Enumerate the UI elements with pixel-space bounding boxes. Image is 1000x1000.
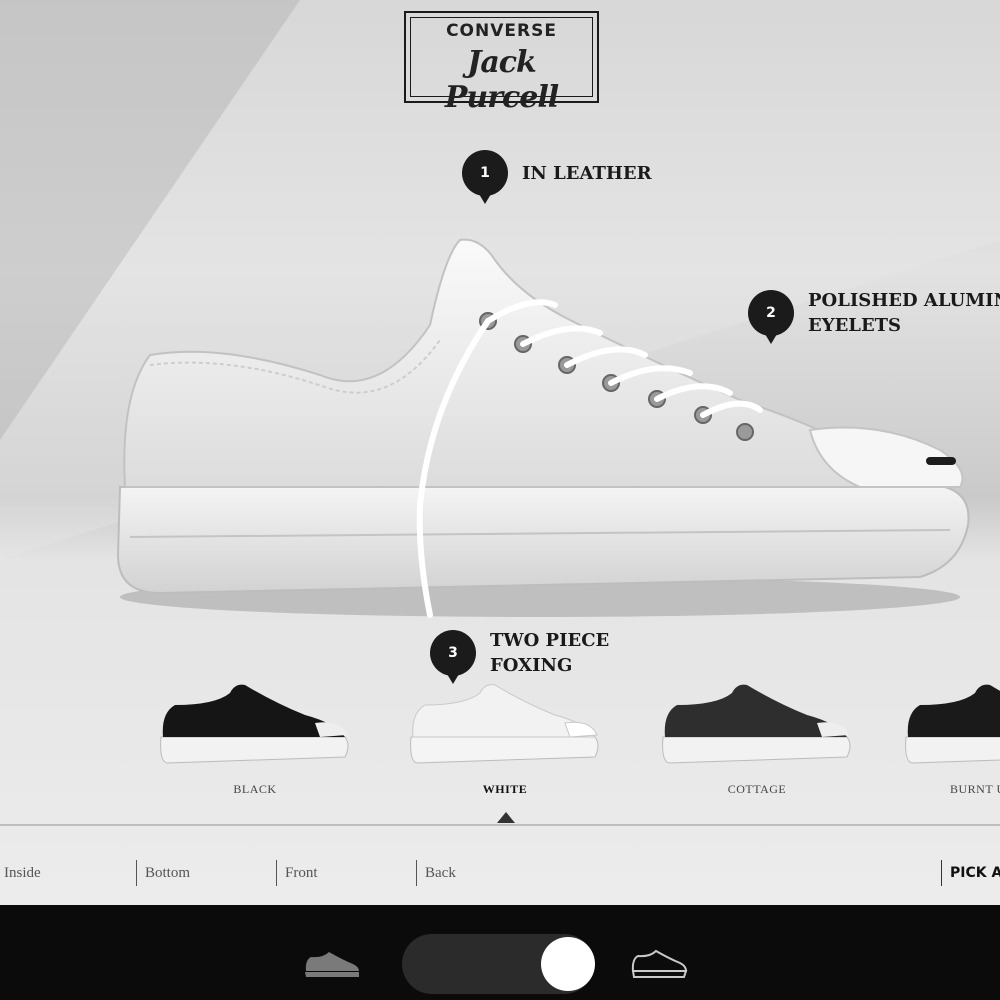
hotspot-foxing[interactable]: 3 TWO PIECE FOXING <box>430 628 610 684</box>
hotspot-eyelets[interactable]: 2 POLISHED ALUMINU EYELETS <box>748 288 1000 344</box>
converse-jack-purcell-logo: CONVERSE Jack Purcell <box>404 11 599 115</box>
view-front-button[interactable]: Front <box>276 860 318 886</box>
colorway-white-label: WHITE <box>482 782 528 796</box>
view-inside-button[interactable]: Inside <box>0 860 41 886</box>
colorway-white[interactable]: WHITE <box>405 675 605 805</box>
selected-caret-icon <box>497 812 515 823</box>
colorway-white-shoe <box>410 684 599 764</box>
logo-brand-text: CONVERSE <box>446 21 557 41</box>
hotspot-pin-1[interactable]: 1 <box>462 150 508 204</box>
colorway-black-shoe <box>160 684 349 764</box>
hotspot-label-2: POLISHED ALUMINU EYELETS <box>808 290 1000 336</box>
colorway-burnt-label: BURNT U <box>950 782 1000 796</box>
divider <box>0 824 1000 826</box>
hotspot-pin-3[interactable]: 3 <box>430 630 476 684</box>
sneaker-outline-icon[interactable] <box>630 949 688 979</box>
hotspot-pin-2[interactable]: 2 <box>748 290 794 344</box>
hotspot-label-1: IN LEATHER <box>522 162 652 184</box>
sneaker-filled-icon[interactable] <box>303 950 361 978</box>
colorway-black-label: BLACK <box>233 782 277 796</box>
colorway-burnt-shoe <box>905 684 1000 764</box>
hotspot-leather[interactable]: 1 IN LEATHER <box>462 150 652 204</box>
pick-a-button[interactable]: PICK A <box>941 860 1000 886</box>
product-stage: CONVERSE Jack Purcell 1 IN LEATHER 2 POL… <box>0 0 1000 905</box>
logo-script-text: Jack Purcell <box>444 45 559 115</box>
view-back-button[interactable]: Back <box>416 860 456 886</box>
hotspot-label-3: TWO PIECE FOXING <box>490 630 610 676</box>
shoe-image <box>116 238 970 618</box>
colorway-cottage-label: COTTAGE <box>727 782 787 796</box>
view-toggle-knob[interactable] <box>541 937 595 991</box>
colorway-black[interactable]: BLACK <box>155 675 355 805</box>
colorway-cottage[interactable]: COTTAGE <box>657 675 857 805</box>
view-bottom-button[interactable]: Bottom <box>136 860 190 886</box>
colorway-cottage-shoe <box>662 684 851 764</box>
colorway-burnt[interactable]: BURNT U <box>900 675 1000 805</box>
